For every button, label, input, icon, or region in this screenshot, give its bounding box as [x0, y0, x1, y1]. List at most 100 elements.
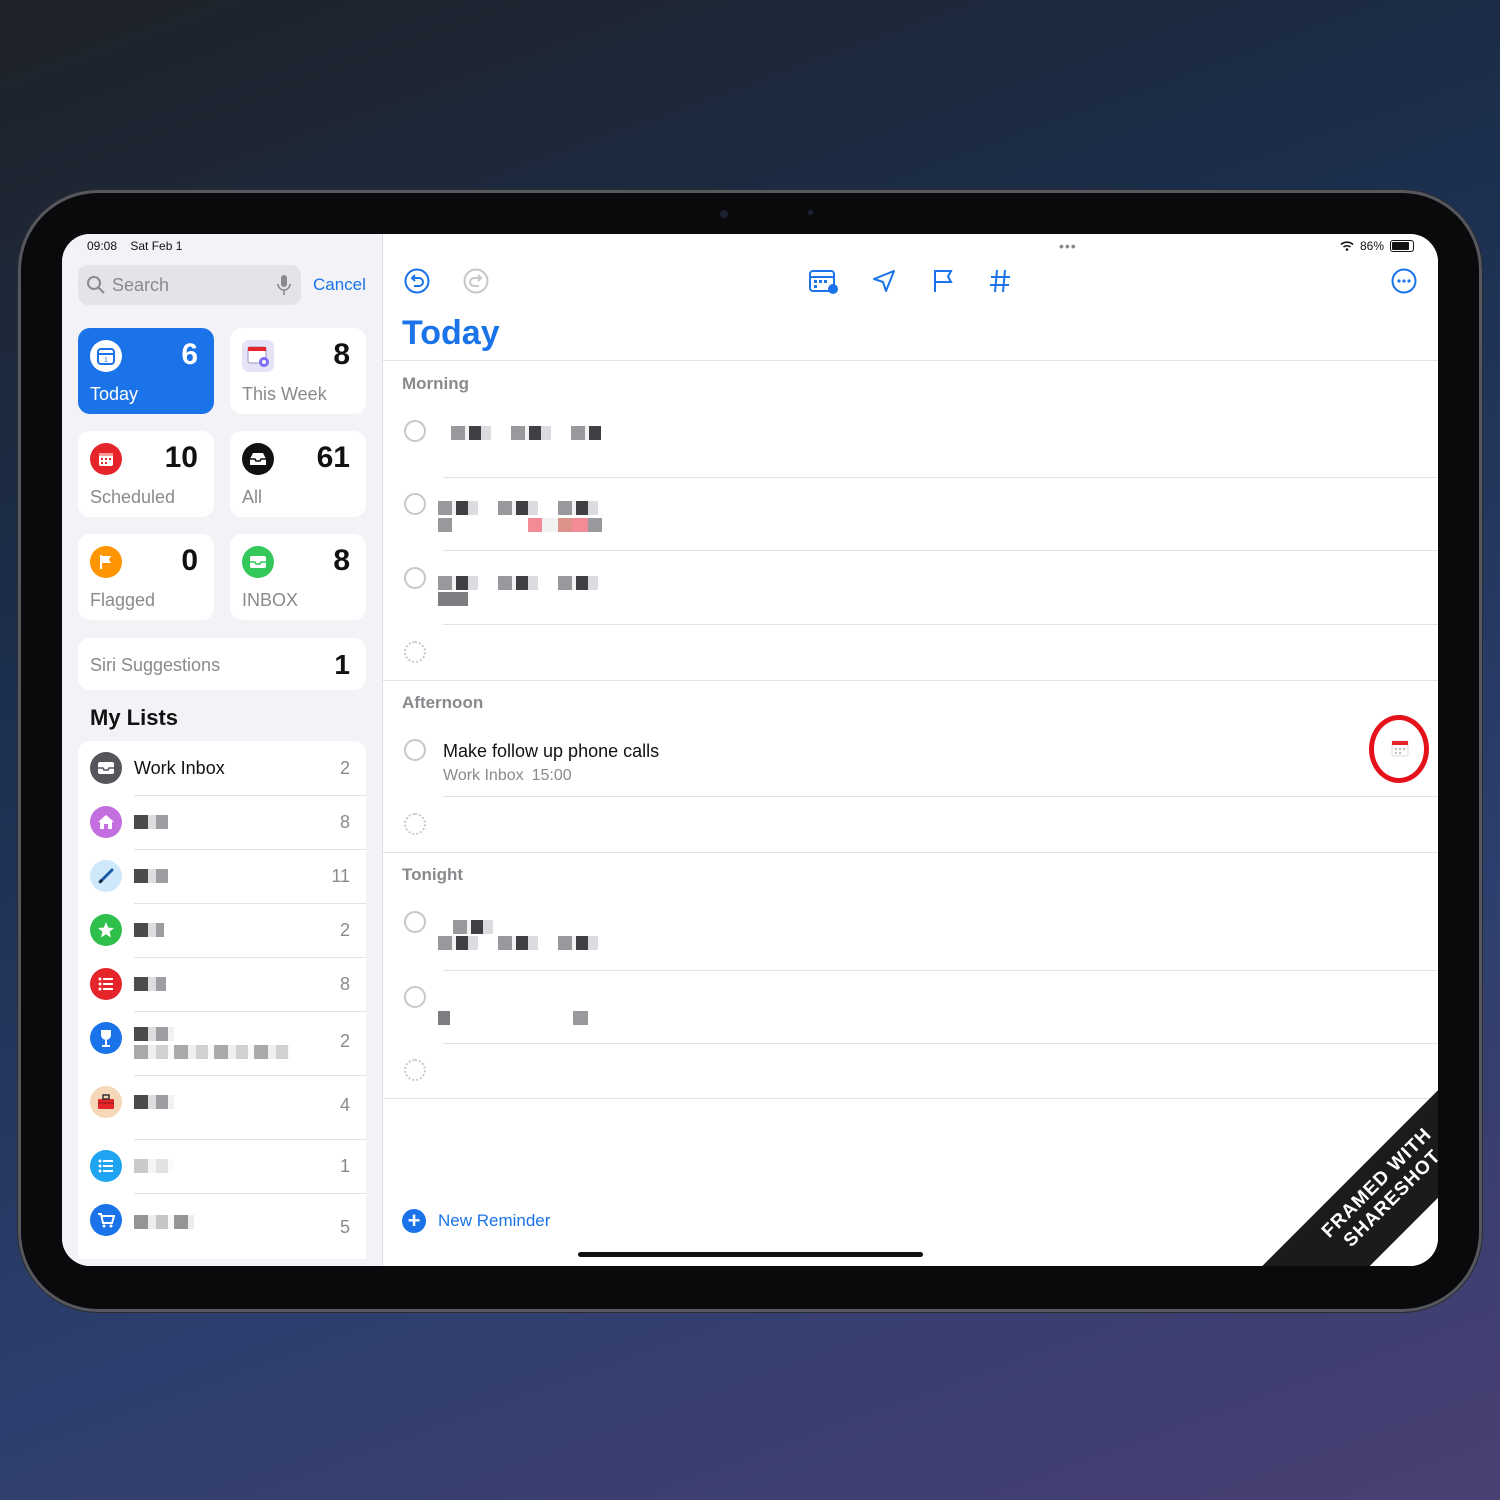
svg-text:1: 1: [104, 357, 108, 364]
task-checkbox[interactable]: [404, 986, 426, 1008]
inbox-icon: [242, 546, 274, 578]
list-item-label: Work Inbox: [134, 758, 225, 778]
list-item[interactable]: 11: [78, 849, 366, 903]
smart-list-scheduled[interactable]: 10 Scheduled: [78, 431, 214, 517]
camera-bar: [658, 202, 858, 224]
list-item-count: 5: [339, 1217, 350, 1237]
redacted-list-name: [134, 1027, 174, 1041]
all-count: 61: [316, 441, 350, 474]
sidebar: 09:08 Sat Feb 1 Search Cancel 1 6 Today: [62, 234, 383, 1266]
today-count: 6: [181, 338, 198, 371]
task-checkbox[interactable]: [404, 911, 426, 933]
undo-icon[interactable]: [404, 268, 430, 294]
my-lists: Work Inbox 2 8 11 2 8 2 4 1 5: [78, 741, 366, 1259]
scheduled-label: Scheduled: [90, 487, 176, 507]
calendar-icon: [90, 443, 122, 475]
task-checkbox[interactable]: [404, 420, 426, 442]
smart-list-this-week[interactable]: 8 This Week: [230, 328, 366, 414]
calendar-week-icon: [242, 340, 274, 372]
ipad-frame: 09:08 Sat Feb 1 Search Cancel 1 6 Today: [18, 190, 1482, 1312]
redo-icon[interactable]: [463, 268, 489, 294]
smart-list-inbox[interactable]: 8 INBOX: [230, 534, 366, 620]
divider: [443, 550, 1438, 551]
location-arrow-icon[interactable]: [871, 268, 897, 294]
status-time: 09:08: [87, 239, 118, 253]
redacted-task: [451, 426, 601, 440]
divider: [383, 852, 1438, 853]
sensor-icon: [808, 210, 813, 215]
task-checkbox[interactable]: [404, 567, 426, 589]
new-task-checkbox[interactable]: [404, 1059, 426, 1081]
pencil-icon: [90, 860, 122, 892]
status-right: 86%: [1340, 239, 1414, 253]
flagged-count: 0: [181, 544, 198, 577]
more-options-icon[interactable]: [1391, 268, 1417, 294]
list-item-count: 1: [339, 1156, 350, 1176]
task-subtitle: Work Inbox 15:00: [443, 767, 580, 785]
main-panel: ••• 86% Today Morning Afternoon Make fol…: [383, 234, 1438, 1266]
task-checkbox[interactable]: [404, 739, 426, 761]
redacted-list-name: [134, 1159, 174, 1173]
list-item[interactable]: 4: [78, 1075, 366, 1139]
list-item-work-inbox[interactable]: Work Inbox 2: [78, 741, 366, 795]
list-item-count: 2: [339, 920, 350, 940]
task-title[interactable]: Make follow up phone calls: [443, 741, 659, 762]
flag-outline-icon[interactable]: [931, 268, 955, 294]
calendar-event-icon[interactable]: [1391, 739, 1409, 757]
smart-list-flagged[interactable]: 0 Flagged: [78, 534, 214, 620]
home-indicator[interactable]: [578, 1252, 923, 1257]
new-task-checkbox[interactable]: [404, 641, 426, 663]
hashtag-icon[interactable]: [988, 268, 1012, 294]
new-reminder-button[interactable]: + New Reminder: [402, 1209, 550, 1233]
list-item[interactable]: 1: [78, 1139, 366, 1193]
watermark-line-2: SHARESHOT: [1339, 1145, 1438, 1252]
list-item[interactable]: 2: [78, 1011, 366, 1075]
list-icon: [90, 1150, 122, 1182]
redacted-list-subtitle: [134, 1045, 290, 1059]
cart-icon: [90, 1204, 122, 1236]
this-week-label: This Week: [242, 384, 327, 404]
list-item-count: 11: [331, 866, 350, 886]
microphone-icon[interactable]: [277, 274, 291, 296]
new-task-checkbox[interactable]: [404, 813, 426, 835]
task-checkbox[interactable]: [404, 493, 426, 515]
redacted-task: [438, 1011, 588, 1025]
section-afternoon: Afternoon: [402, 693, 484, 712]
flagged-label: Flagged: [90, 590, 156, 610]
siri-suggestions[interactable]: Siri Suggestions 1: [78, 638, 366, 690]
calendar-day-icon: 1: [90, 340, 122, 372]
task-time: 15:00: [531, 767, 572, 784]
smart-list-all[interactable]: 61 All: [230, 431, 366, 517]
redacted-task: [438, 518, 603, 532]
search-field[interactable]: Search: [78, 265, 301, 305]
redacted-list-name: [134, 815, 168, 829]
divider: [443, 477, 1438, 478]
smart-list-today[interactable]: 1 6 Today: [78, 328, 214, 414]
redacted-list-name: [134, 1095, 174, 1109]
list-item[interactable]: 8: [78, 795, 366, 849]
section-morning: Morning: [402, 374, 470, 393]
cancel-button[interactable]: Cancel: [313, 275, 366, 295]
task-list-name: Work Inbox: [443, 767, 524, 784]
list-item[interactable]: 5: [78, 1193, 366, 1259]
flag-icon: [90, 546, 122, 578]
tray-icon: [242, 443, 274, 475]
siri-suggestions-label: Siri Suggestions: [90, 655, 221, 675]
new-reminder-label: New Reminder: [438, 1211, 551, 1230]
calendar-clock-icon[interactable]: [808, 268, 840, 296]
search-input[interactable]: Search: [112, 275, 169, 296]
list-item-count: 2: [339, 758, 350, 778]
wifi-icon: [1340, 241, 1354, 251]
redacted-task: [438, 592, 468, 606]
list-item[interactable]: 8: [78, 957, 366, 1011]
list-icon: [90, 968, 122, 1000]
redacted-list-name: [134, 869, 168, 883]
page-title: Today: [402, 314, 500, 352]
tray-icon: [90, 752, 122, 784]
list-item-count: 4: [339, 1095, 350, 1115]
watermark-text: FRAMED WITH SHARESHOT: [1240, 1056, 1438, 1266]
list-item[interactable]: 2: [78, 903, 366, 957]
plus-circle-icon: +: [402, 1209, 426, 1233]
list-item-count: 8: [339, 812, 350, 832]
multitasking-dots-icon[interactable]: •••: [1059, 238, 1077, 254]
